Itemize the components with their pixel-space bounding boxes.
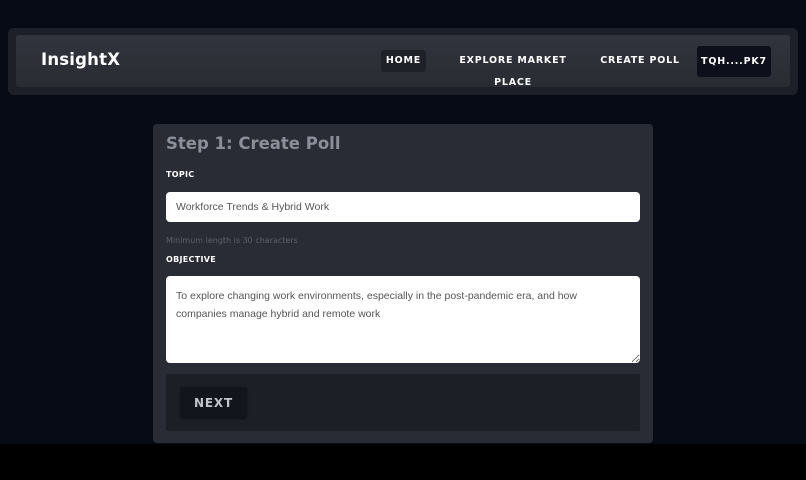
topic-hint: Minimum length is 30 characters (166, 236, 298, 245)
topic-input[interactable] (166, 192, 640, 222)
nav-explore-marketplace-link[interactable]: EXPLORE MARKET PLACE (442, 50, 584, 88)
page-title: Step 1: Create Poll (166, 134, 341, 153)
topic-label: TOPIC (166, 170, 195, 179)
next-button[interactable]: NEXT (180, 387, 247, 418)
nav-create-poll-link[interactable]: CREATE POLL (600, 50, 680, 72)
brand-logo[interactable]: InsightX (41, 50, 120, 69)
nav-home-link[interactable]: HOME (381, 50, 426, 72)
wallet-address-button[interactable]: TQH....PK7 (697, 46, 771, 77)
objective-label: OBJECTIVE (166, 255, 217, 264)
objective-textarea[interactable]: To explore changing work environments, e… (166, 276, 640, 363)
